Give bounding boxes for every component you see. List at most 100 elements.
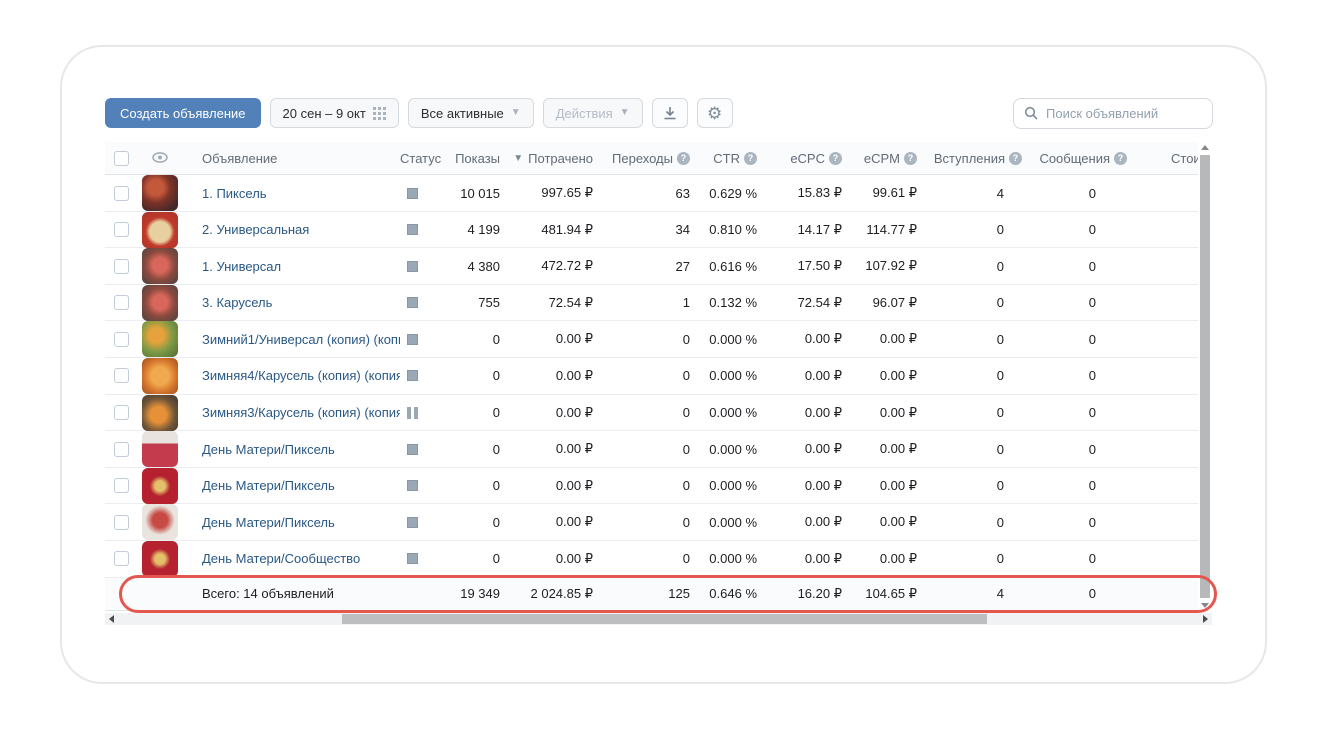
- cell-ecpc: 17.50 ₽: [759, 258, 844, 274]
- row-checkbox[interactable]: [114, 442, 129, 457]
- ad-thumbnail[interactable]: [142, 175, 178, 211]
- select-all-checkbox[interactable]: [114, 151, 129, 166]
- cell-shows: 0: [444, 442, 502, 457]
- cell-clicks: 0: [595, 551, 692, 566]
- export-button[interactable]: [652, 98, 688, 128]
- ad-thumbnail[interactable]: [142, 468, 178, 504]
- table-row: 3. Карусель 755 72.54 ₽ 1 0.132 % 72.54 …: [105, 285, 1198, 322]
- ad-name-link[interactable]: День Матери/Пиксель: [202, 515, 400, 530]
- ad-name-link[interactable]: Зимний1/Универсал (копия) (копия) ...: [202, 332, 400, 347]
- ad-name-link[interactable]: 3. Карусель: [202, 295, 400, 310]
- cell-clicks: 63: [595, 186, 692, 201]
- row-checkbox[interactable]: [114, 405, 129, 420]
- date-range-button[interactable]: 20 сен – 9 окт: [270, 98, 399, 128]
- cell-joins: 0: [919, 551, 1024, 566]
- actions-label: Действия: [556, 106, 613, 121]
- create-ad-button[interactable]: Создать объявление: [105, 98, 261, 128]
- vertical-scrollbar-thumb[interactable]: [1200, 155, 1210, 598]
- ad-name-link[interactable]: Зимняя4/Карусель (копия) (копия) (...: [202, 368, 400, 383]
- scroll-down-arrow-icon[interactable]: [1201, 603, 1209, 608]
- stopped-icon: [407, 370, 418, 381]
- column-header-clicks[interactable]: Переходы ?: [595, 151, 692, 166]
- ad-thumbnail[interactable]: [142, 504, 178, 540]
- ad-thumbnail[interactable]: [142, 358, 178, 394]
- stopped-icon: [407, 480, 418, 491]
- search-input[interactable]: [1046, 106, 1202, 121]
- cell-joins: 0: [919, 332, 1024, 347]
- column-header-shows[interactable]: Показы: [444, 151, 502, 166]
- status-filter-dropdown[interactable]: Все активные ▼: [408, 98, 534, 128]
- column-header-ecpc[interactable]: eCPC ?: [759, 151, 844, 166]
- row-checkbox[interactable]: [114, 295, 129, 310]
- ad-thumbnail[interactable]: [142, 395, 178, 431]
- row-checkbox[interactable]: [114, 478, 129, 493]
- ad-thumbnail[interactable]: [142, 321, 178, 357]
- ad-thumbnail[interactable]: [142, 541, 178, 577]
- actions-dropdown[interactable]: Действия ▼: [543, 98, 643, 128]
- question-badge-icon[interactable]: ?: [904, 152, 917, 165]
- question-badge-icon[interactable]: ?: [677, 152, 690, 165]
- cell-messages: 0: [1024, 515, 1129, 530]
- row-checkbox[interactable]: [114, 332, 129, 347]
- ad-thumbnail[interactable]: [142, 285, 178, 321]
- cell-messages: 0: [1024, 259, 1129, 274]
- ad-name-link[interactable]: Зимняя3/Карусель (копия) (копия) (...: [202, 405, 400, 420]
- ad-name-link[interactable]: День Матери/Пиксель: [202, 478, 400, 493]
- table-row: Зимняя3/Карусель (копия) (копия) (... 0 …: [105, 395, 1198, 432]
- scroll-up-arrow-icon[interactable]: [1201, 145, 1209, 150]
- stopped-icon: [407, 188, 418, 199]
- ad-thumbnail[interactable]: [142, 248, 178, 284]
- cell-ctr: 0.000 %: [692, 515, 759, 530]
- question-badge-icon[interactable]: ?: [1009, 152, 1022, 165]
- cell-ecpc: 72.54 ₽: [759, 295, 844, 311]
- horizontal-scrollbar-thumb[interactable]: [342, 614, 987, 624]
- calendar-grid-icon: [373, 107, 386, 120]
- row-checkbox[interactable]: [114, 222, 129, 237]
- column-header-ctr[interactable]: CTR ?: [692, 151, 759, 166]
- totals-ecpm: 104.65 ₽: [844, 586, 919, 602]
- row-checkbox[interactable]: [114, 186, 129, 201]
- cell-shows: 4 199: [444, 222, 502, 237]
- cell-ecpm: 0.00 ₽: [844, 368, 919, 384]
- column-header-messages[interactable]: Сообщения ?: [1024, 151, 1129, 166]
- question-badge-icon[interactable]: ?: [829, 152, 842, 165]
- ad-name-link[interactable]: 1. Пиксель: [202, 186, 400, 201]
- column-header-status[interactable]: Статус: [400, 151, 444, 166]
- cell-ecpm: 99.61 ₽: [844, 185, 919, 201]
- cell-ecpm: 0.00 ₽: [844, 441, 919, 457]
- ad-name-link[interactable]: День Матери/Сообщество: [202, 551, 400, 566]
- horizontal-scrollbar[interactable]: [105, 613, 1212, 625]
- cell-ctr: 0.000 %: [692, 442, 759, 457]
- row-checkbox[interactable]: [114, 551, 129, 566]
- cell-spent: 472.72 ₽: [502, 258, 595, 274]
- totals-clicks: 125: [595, 586, 692, 601]
- ad-name-link[interactable]: День Матери/Пиксель: [202, 442, 400, 457]
- ads-table: Объявление Статус Показы ▼ Потрачено Пер…: [105, 142, 1212, 625]
- row-checkbox[interactable]: [114, 515, 129, 530]
- totals-row: Всего: 14 объявлений 19 349 2 024.85 ₽ 1…: [105, 578, 1198, 611]
- column-header-ad[interactable]: Объявление: [178, 151, 400, 166]
- column-header-ecpm[interactable]: eCPM ?: [844, 151, 919, 166]
- table-row: 2. Универсальная 4 199 481.94 ₽ 34 0.810…: [105, 212, 1198, 249]
- ad-thumbnail[interactable]: [142, 431, 178, 467]
- vertical-scrollbar[interactable]: [1198, 142, 1212, 611]
- settings-button[interactable]: ⚙: [697, 98, 733, 128]
- column-header-spent[interactable]: ▼ Потрачено: [502, 151, 595, 166]
- scroll-right-arrow-icon[interactable]: [1203, 615, 1208, 623]
- totals-messages: 0: [1024, 586, 1129, 601]
- column-header-cost[interactable]: Стоим: [1129, 151, 1198, 166]
- cell-joins: 0: [919, 222, 1024, 237]
- ad-name-link[interactable]: 1. Универсал: [202, 259, 400, 274]
- scroll-left-arrow-icon[interactable]: [109, 615, 114, 623]
- date-range-label: 20 сен – 9 окт: [283, 106, 366, 121]
- ad-thumbnail[interactable]: [142, 212, 178, 248]
- question-badge-icon[interactable]: ?: [744, 152, 757, 165]
- table-row: Зимняя4/Карусель (копия) (копия) (... 0 …: [105, 358, 1198, 395]
- row-checkbox[interactable]: [114, 368, 129, 383]
- cell-ecpm: 0.00 ₽: [844, 478, 919, 494]
- column-header-joins[interactable]: Вступления ?: [919, 151, 1024, 166]
- ad-name-link[interactable]: 2. Универсальная: [202, 222, 400, 237]
- table-row: День Матери/Пиксель 0 0.00 ₽ 0 0.000 % 0…: [105, 431, 1198, 468]
- row-checkbox[interactable]: [114, 259, 129, 274]
- question-badge-icon[interactable]: ?: [1114, 152, 1127, 165]
